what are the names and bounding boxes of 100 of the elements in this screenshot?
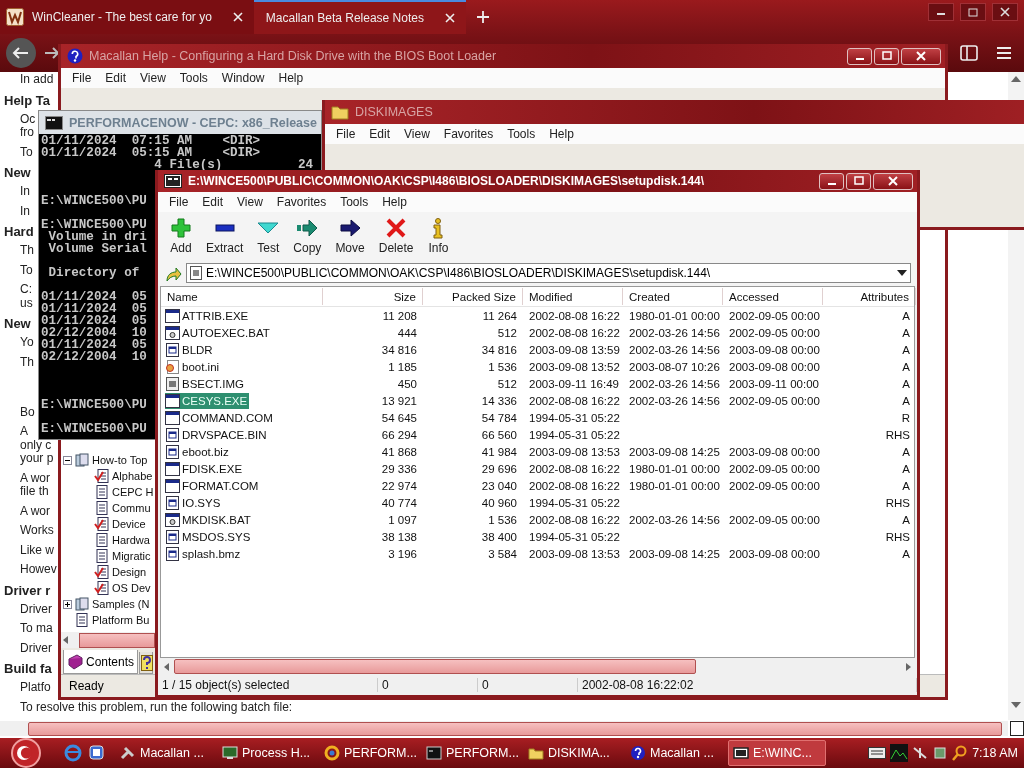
menu-item[interactable]: Tools: [333, 195, 376, 209]
browser-icon[interactable]: [64, 744, 82, 762]
column-header[interactable]: Name: [161, 288, 323, 305]
tree-item[interactable]: Device: [112, 518, 146, 530]
menu-item[interactable]: Edit: [195, 195, 231, 209]
text-line: Th: [20, 355, 34, 369]
menu-item[interactable]: View: [133, 71, 173, 85]
graph-icon[interactable]: [890, 744, 909, 762]
column-header[interactable]: Packed Size: [423, 288, 523, 305]
menu-item[interactable]: View: [397, 127, 437, 141]
taskbar-item[interactable]: PERFORM...: [320, 740, 418, 766]
tree-item[interactable]: CEPC H: [112, 486, 154, 498]
tree-item[interactable]: Alphabe: [112, 470, 153, 482]
minimize-icon: [827, 183, 836, 185]
tree-item[interactable]: OS Dev: [112, 582, 151, 594]
taskbar-item[interactable]: Macallan ...: [116, 740, 214, 766]
device-icon[interactable]: [932, 745, 949, 761]
scroll-down-icon[interactable]: [1011, 702, 1021, 708]
toolbar-button[interactable]: Test: [251, 217, 286, 255]
taskbar-item[interactable]: Process H...: [218, 740, 316, 766]
column-header[interactable]: Accessed: [723, 288, 823, 305]
table-cell: 2002-08-08 16:22: [529, 309, 620, 322]
search-icon[interactable]: [952, 745, 969, 761]
list-item[interactable]: eboot.biz: [165, 443, 231, 460]
maximize-button[interactable]: [846, 172, 871, 190]
list-item[interactable]: splash.bmz: [165, 545, 243, 562]
taskbar-item[interactable]: PERFORM...: [422, 740, 520, 766]
menu-item[interactable]: Help: [271, 71, 311, 85]
restore-button[interactable]: [960, 3, 986, 21]
menu-item[interactable]: Edit: [362, 127, 398, 141]
minimize-button[interactable]: [928, 3, 954, 21]
scroll-left-icon[interactable]: [164, 662, 170, 671]
menu-item[interactable]: File: [65, 71, 99, 85]
toolbar-button[interactable]: Extract: [200, 217, 250, 255]
scrollbar[interactable]: [61, 632, 155, 648]
table-cell: 2002-03-26 14:56: [629, 513, 720, 526]
menu-item[interactable]: Window: [214, 71, 272, 85]
menu-item[interactable]: Help: [542, 127, 581, 141]
scroll-left-icon[interactable]: [63, 636, 69, 644]
tree-item[interactable]: Platform Bu: [92, 614, 150, 626]
taskbar-item[interactable]: Macallan ...: [626, 740, 724, 766]
list-item[interactable]: AUTOEXEC.BAT: [165, 324, 272, 341]
menu-item[interactable]: Help: [375, 195, 414, 209]
list-item[interactable]: IO.SYS: [165, 494, 223, 511]
close-tab-icon[interactable]: [231, 11, 244, 23]
list-item[interactable]: MSDOS.SYS: [165, 528, 253, 545]
list-item[interactable]: ATTRIB.EXE: [165, 307, 251, 324]
list-item[interactable]: BLDR: [165, 341, 215, 358]
close-button[interactable]: [992, 3, 1018, 21]
column-header[interactable]: Size: [323, 288, 423, 305]
menu-item[interactable]: Tools: [172, 71, 215, 85]
menu-item[interactable]: File: [329, 127, 363, 141]
collapse-toggle[interactable]: [63, 455, 72, 465]
tree-item[interactable]: Samples (N: [92, 598, 150, 610]
list-item[interactable]: COMMAND.COM: [165, 409, 275, 426]
address-field[interactable]: E:\WINCE500\PUBLIC\COMMON\OAK\CSP\I486\BIOSLOADER\DISKIMAGES\setupdisk.144\: [186, 263, 911, 283]
scrollbar[interactable]: [0, 721, 1008, 736]
forward-icon[interactable]: [44, 45, 60, 61]
menu-item[interactable]: Favorites: [436, 127, 501, 141]
window-stack-icon[interactable]: [88, 744, 106, 762]
start-button[interactable]: [10, 738, 42, 768]
tree-item[interactable]: Design: [112, 566, 147, 578]
toolbar-button[interactable]: Move: [329, 217, 371, 255]
taskbar-item[interactable]: E:\WINC...: [728, 740, 826, 766]
list-item[interactable]: FDISK.EXE: [165, 460, 245, 477]
column-header[interactable]: Modified: [523, 288, 623, 305]
column-header[interactable]: Attributes: [823, 288, 916, 305]
toolbar-button[interactable]: Delete: [372, 217, 420, 255]
back-button[interactable]: [6, 38, 36, 68]
list-item[interactable]: FORMAT.COM: [165, 477, 261, 494]
scroll-right-icon[interactable]: [905, 662, 911, 671]
tree-item[interactable]: Commu: [112, 502, 151, 514]
sidebar-icon[interactable]: [960, 45, 978, 61]
taskbar-item[interactable]: DISKIMA...: [524, 740, 622, 766]
menu-item[interactable]: View: [230, 195, 270, 209]
toolbar-button[interactable]: Add: [164, 217, 198, 255]
browser-tab[interactable]: WinCleaner - The best care for yo: [0, 0, 254, 34]
tree-item[interactable]: How-to Top: [92, 454, 148, 466]
menu-item[interactable]: Tools: [500, 127, 543, 141]
scroll-up-icon[interactable]: [1011, 76, 1021, 82]
list-item[interactable]: MKDISK.BAT: [165, 511, 253, 528]
toolbar-button[interactable]: Info: [421, 217, 456, 255]
menu-item[interactable]: File: [162, 195, 196, 209]
list-item[interactable]: boot.ini: [165, 358, 222, 375]
close-tab-icon[interactable]: [443, 12, 456, 24]
tree-item[interactable]: Migratic: [112, 550, 151, 562]
dropdown-caret-icon[interactable]: [897, 270, 907, 276]
menu-item[interactable]: Edit: [98, 71, 134, 85]
tree-item[interactable]: Hardwa: [112, 534, 150, 546]
expand-toggle[interactable]: [63, 599, 72, 609]
list-item[interactable]: BSECT.IMG: [165, 375, 246, 392]
new-tab-icon[interactable]: [475, 10, 490, 24]
column-header[interactable]: Created: [623, 288, 723, 305]
keyboard-icon[interactable]: [868, 747, 887, 759]
section-heading: Driver r: [4, 582, 51, 598]
pane-tab[interactable]: Contents: [63, 650, 139, 674]
menu-icon[interactable]: [996, 46, 1012, 60]
pane-tab[interactable]: [139, 652, 154, 674]
list-item[interactable]: CESYS.EXE: [165, 392, 250, 409]
browser-tab[interactable]: Macallan Beta Release Notes: [253, 0, 466, 34]
